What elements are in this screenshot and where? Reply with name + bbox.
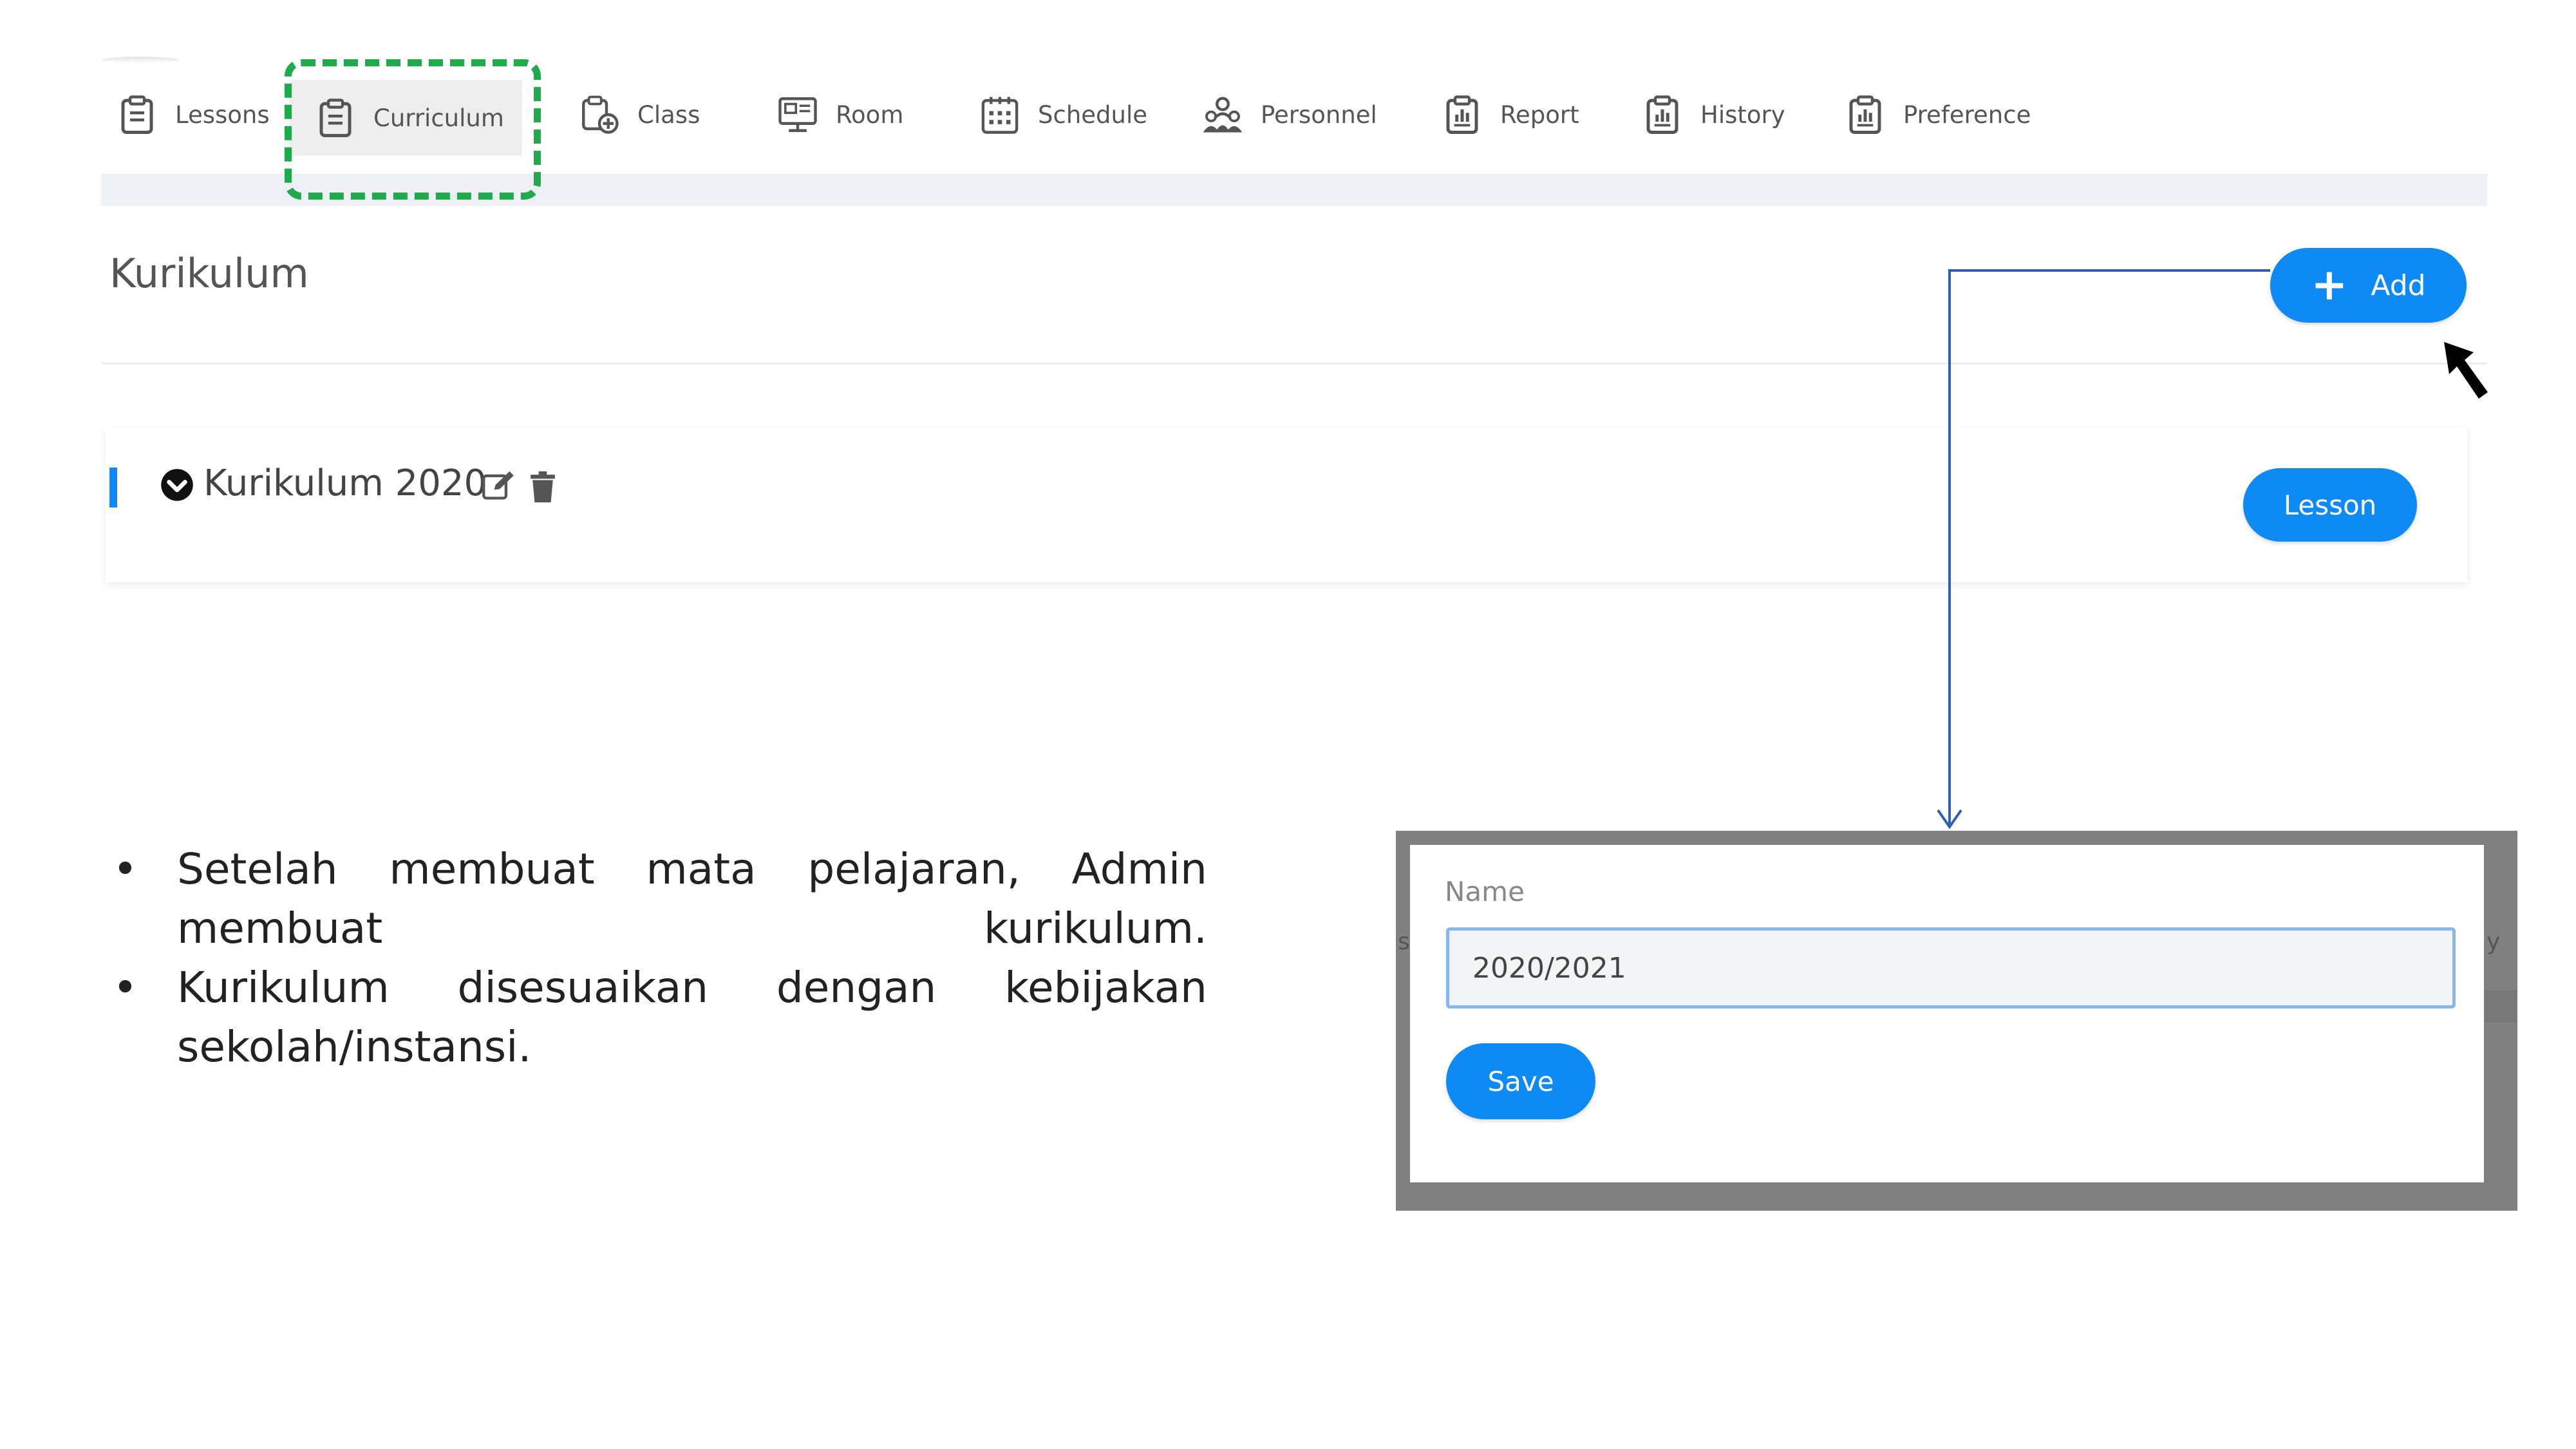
curriculum-highlight-box bbox=[285, 59, 541, 200]
connector-arrowhead bbox=[1937, 809, 1962, 829]
page-title: Kurikulum bbox=[109, 250, 309, 297]
curriculum-title: Kurikulum 2020 bbox=[203, 462, 487, 504]
nav-item-personnel[interactable]: Personnel bbox=[1201, 89, 1377, 140]
people-icon bbox=[1203, 97, 1243, 133]
name-label: Name bbox=[1445, 876, 1525, 907]
nav-item-schedule[interactable]: Schedule bbox=[979, 89, 1147, 140]
clipboard-icon bbox=[121, 95, 153, 134]
nav-label: History bbox=[1700, 100, 1785, 129]
nav-label: Class bbox=[637, 100, 700, 129]
nav-item-class[interactable]: Class bbox=[578, 89, 700, 140]
connector-arrow bbox=[1937, 269, 2270, 829]
plus-icon: + bbox=[2311, 260, 2348, 310]
lesson-button[interactable]: Lesson bbox=[2243, 468, 2417, 542]
mouse-cursor-icon bbox=[2444, 342, 2488, 399]
add-curriculum-modal bbox=[1410, 845, 2484, 1182]
explanation-item: Kurikulum disesuaikan dengan kebijakan s… bbox=[113, 958, 1207, 1077]
save-button[interactable]: Save bbox=[1446, 1043, 1595, 1119]
history-icon bbox=[1646, 95, 1678, 134]
nav-item-room[interactable]: Room bbox=[776, 89, 903, 140]
report-icon bbox=[1446, 95, 1478, 134]
chevron-down-circle-icon[interactable] bbox=[160, 468, 194, 502]
nav-label: Lessons bbox=[175, 100, 270, 129]
nav-item-history[interactable]: History bbox=[1641, 89, 1785, 140]
preference-icon bbox=[1849, 95, 1881, 134]
edit-icon[interactable] bbox=[482, 470, 515, 501]
trash-icon[interactable] bbox=[529, 470, 556, 504]
curriculum-card bbox=[106, 428, 2467, 582]
monitor-icon bbox=[778, 97, 817, 132]
nav-item-lessons[interactable]: Lessons bbox=[116, 89, 270, 140]
backdrop-text-fragment: s bbox=[1398, 929, 1410, 955]
nav-label: Personnel bbox=[1261, 100, 1377, 129]
explanation-list: Setelah membuat mata pelajaran, Admin me… bbox=[113, 840, 1207, 1077]
nav-label: Preference bbox=[1903, 100, 2031, 129]
backdrop-text-fragment: y bbox=[2487, 929, 2501, 955]
calendar-icon bbox=[981, 97, 1019, 134]
name-input[interactable] bbox=[1446, 927, 2456, 1009]
nav-item-report[interactable]: Report bbox=[1441, 89, 1579, 140]
header-divider bbox=[102, 363, 2487, 365]
clipboard-add-icon bbox=[582, 95, 619, 134]
card-accent-bar bbox=[109, 468, 117, 507]
backdrop-band bbox=[2484, 990, 2517, 1023]
nav-item-preference[interactable]: Preference bbox=[1844, 89, 2031, 140]
add-button[interactable]: + Add bbox=[2270, 248, 2467, 323]
add-button-label: Add bbox=[2371, 269, 2426, 302]
nav-label: Schedule bbox=[1038, 100, 1148, 129]
nav-label: Room bbox=[836, 100, 904, 129]
nav-label: Report bbox=[1500, 100, 1579, 129]
explanation-item: Setelah membuat mata pelajaran, Admin me… bbox=[113, 840, 1207, 958]
